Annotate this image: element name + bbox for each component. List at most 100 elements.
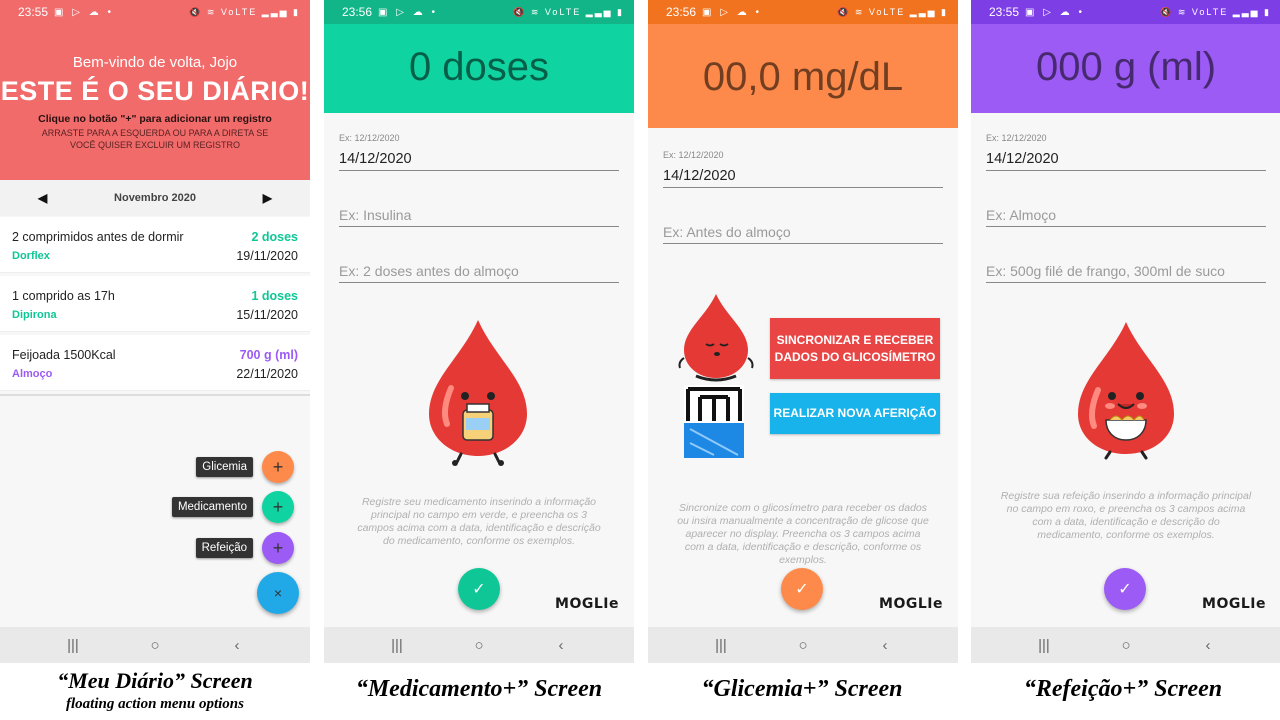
caption-diary-sub: floating action menu options bbox=[66, 696, 244, 712]
name-field[interactable]: Ex: Insulina bbox=[339, 207, 619, 227]
weight-value-input[interactable]: 000 g (ml) bbox=[971, 45, 1280, 90]
description-field[interactable]: Ex: 2 doses antes do almoço bbox=[339, 263, 619, 283]
entry-date: 19/11/2020 bbox=[236, 249, 298, 263]
entry-name: Almoço bbox=[12, 368, 53, 380]
diary-header: 23:55 ▣ ▷ ☁ • 🔇 ≋ VoLTE ▂▃▅ ▮ Bem-vindo … bbox=[0, 0, 310, 180]
name-field[interactable]: Ex: Almoço bbox=[986, 207, 1266, 227]
entry-description: Feijoada 1500Kcal bbox=[12, 348, 116, 362]
recents-icon[interactable]: ||| bbox=[387, 637, 407, 654]
back-icon[interactable]: ‹ bbox=[551, 637, 571, 654]
swipe-hint: ARRASTE PARA A ESQUERDA OU PARA A DIRETA… bbox=[41, 128, 269, 150]
drop-mascot-meal-icon bbox=[1078, 322, 1174, 460]
system-icons: 🔇 ≋ VoLTE ▂▃▅ ▮ bbox=[513, 6, 624, 17]
month-label: Novembro 2020 bbox=[114, 192, 196, 204]
fab-label-glicemia[interactable]: Glicemia bbox=[196, 457, 253, 477]
add-hint: Clique no botão "+" para adicionar um re… bbox=[38, 113, 272, 125]
drop-mascot-pill-icon bbox=[429, 320, 527, 466]
name-placeholder: Ex: Almoço bbox=[986, 207, 1057, 223]
date-hint: Ex: 12/12/2020 bbox=[339, 133, 400, 143]
entry-date: 15/11/2020 bbox=[236, 308, 298, 322]
drop-mascot-meditating-icon bbox=[678, 294, 754, 382]
notification-icons: ▣ ▷ ☁ • bbox=[54, 6, 115, 18]
diary-entry[interactable]: Feijoada 1500Kcal Almoço 700 g (ml) 22/1… bbox=[0, 335, 310, 391]
recents-icon[interactable]: ||| bbox=[1034, 637, 1054, 654]
caption-medication: “Medicamento+” Screen bbox=[355, 676, 603, 702]
home-icon[interactable]: ○ bbox=[1116, 637, 1136, 654]
system-icons: 🔇 ≋ VoLTE ▂▃▅ ▮ bbox=[1160, 6, 1271, 17]
next-month-icon[interactable]: ▶ bbox=[263, 191, 272, 205]
confirm-button[interactable]: ✓ bbox=[1104, 568, 1146, 610]
fab-label-medicamento[interactable]: Medicamento bbox=[171, 497, 253, 517]
entry-amount: 700 g (ml) bbox=[239, 348, 298, 362]
status-time: 23:55 bbox=[18, 5, 49, 19]
date-field[interactable]: Ex: 12/12/2020 14/12/2020 bbox=[663, 150, 943, 188]
new-measurement-button[interactable]: REALIZAR NOVA AFERIÇÃO bbox=[770, 393, 940, 434]
back-icon[interactable]: ‹ bbox=[875, 637, 895, 654]
home-icon[interactable]: ○ bbox=[793, 637, 813, 654]
fab-label-refeicao[interactable]: Refeição bbox=[195, 538, 253, 558]
name-placeholder: Ex: Antes do almoço bbox=[663, 224, 791, 240]
glucose-screen: 23:56 ▣ ▷ ☁ • 🔇 ≋ VoLTE ▂▃▅ ▮ 00,0 mg/dL… bbox=[648, 0, 958, 663]
check-icon: ✓ bbox=[1118, 581, 1132, 598]
meal-header: 23:55 ▣ ▷ ☁ • 🔇 ≋ VoLTE ▂▃▅ ▮ 000 g (ml) bbox=[971, 0, 1280, 113]
entry-description: 2 comprimidos antes de dormir bbox=[12, 230, 184, 244]
back-icon[interactable]: ‹ bbox=[227, 637, 247, 654]
recents-icon[interactable]: ||| bbox=[711, 637, 731, 654]
date-field[interactable]: Ex: 12/12/2020 14/12/2020 bbox=[986, 133, 1266, 171]
date-hint: Ex: 12/12/2020 bbox=[986, 133, 1047, 143]
instructions-text: Registre sua refeição inserindo a inform… bbox=[1000, 490, 1252, 541]
plus-icon[interactable]: + bbox=[262, 532, 294, 564]
glucose-value-input[interactable]: 00,0 mg/dL bbox=[648, 55, 958, 100]
description-placeholder: Ex: 500g filé de frango, 300ml de suco bbox=[986, 263, 1225, 279]
entry-name: Dipirona bbox=[12, 309, 57, 321]
diary-screen: 23:55 ▣ ▷ ☁ • 🔇 ≋ VoLTE ▂▃▅ ▮ Bem-vindo … bbox=[0, 0, 310, 663]
recents-icon[interactable]: ||| bbox=[63, 637, 83, 654]
fab-option-medicamento[interactable]: Medicamento + bbox=[171, 491, 294, 523]
check-icon: ✓ bbox=[795, 581, 809, 598]
status-time: 23:56 bbox=[666, 5, 697, 19]
diary-entry[interactable]: 1 comprido as 17h Dipirona 1 doses 15/11… bbox=[0, 276, 310, 332]
date-hint: Ex: 12/12/2020 bbox=[663, 150, 724, 160]
description-placeholder: Ex: 2 doses antes do almoço bbox=[339, 263, 519, 279]
plus-icon[interactable]: + bbox=[262, 491, 294, 523]
check-icon: ✓ bbox=[472, 581, 486, 598]
diary-entry[interactable]: 2 comprimidos antes de dormir Dorflex 2 … bbox=[0, 217, 310, 273]
caption-glucose: “Glicemia+” Screen bbox=[701, 676, 903, 702]
name-field[interactable]: Ex: Antes do almoço bbox=[663, 224, 943, 244]
back-icon[interactable]: ‹ bbox=[1198, 637, 1218, 654]
medication-header: 23:56 ▣ ▷ ☁ • 🔇 ≋ VoLTE ▂▃▅ ▮ 0 doses bbox=[324, 0, 634, 113]
home-icon[interactable]: ○ bbox=[469, 637, 489, 654]
instructions-text: Registre seu medicamento inserindo a inf… bbox=[357, 496, 601, 547]
status-time: 23:56 bbox=[342, 5, 373, 19]
description-field[interactable]: Ex: 500g filé de frango, 300ml de suco bbox=[986, 263, 1266, 283]
date-field[interactable]: Ex: 12/12/2020 14/12/2020 bbox=[339, 133, 619, 171]
dose-value-input[interactable]: 0 doses bbox=[324, 45, 634, 90]
status-bar: 23:56 ▣ ▷ ☁ • 🔇 ≋ VoLTE ▂▃▅ ▮ bbox=[648, 0, 958, 24]
date-value: 14/12/2020 bbox=[663, 168, 736, 184]
prev-month-icon[interactable]: ◀ bbox=[38, 191, 47, 205]
meal-screen: 23:55 ▣ ▷ ☁ • 🔇 ≋ VoLTE ▂▃▅ ▮ 000 g (ml)… bbox=[971, 0, 1280, 663]
entry-name: Dorflex bbox=[12, 250, 50, 262]
page-title: ESTE É O SEU DIÁRIO! bbox=[0, 76, 310, 106]
medication-screen: 23:56 ▣ ▷ ☁ • 🔇 ≋ VoLTE ▂▃▅ ▮ 0 doses Ex… bbox=[324, 0, 634, 663]
fab-option-glicemia[interactable]: Glicemia + bbox=[196, 451, 294, 483]
brand-logo: MOGLIe bbox=[555, 596, 619, 612]
date-value: 14/12/2020 bbox=[986, 151, 1059, 167]
entry-amount: 1 doses bbox=[251, 289, 298, 303]
nav-bar: ||| ○ ‹ bbox=[0, 627, 310, 663]
date-value: 14/12/2020 bbox=[339, 151, 412, 167]
brand-logo: MOGLIe bbox=[879, 596, 943, 612]
caption-diary: “Meu Diário” Screen bbox=[57, 668, 253, 693]
notification-icons: ▣ ▷ ☁ • bbox=[378, 6, 439, 18]
home-icon[interactable]: ○ bbox=[145, 637, 165, 654]
confirm-button[interactable]: ✓ bbox=[458, 568, 500, 610]
notification-icons: ▣ ▷ ☁ • bbox=[1025, 6, 1086, 18]
caption-meal: “Refeição+” Screen bbox=[1023, 676, 1223, 702]
sync-glucometer-button[interactable]: SINCRONIZAR E RECEBER DADOS DO GLICOSÍME… bbox=[770, 318, 940, 379]
plus-icon[interactable]: + bbox=[262, 451, 294, 483]
entry-date: 22/11/2020 bbox=[236, 367, 298, 381]
list-divider bbox=[0, 394, 310, 396]
close-menu-button[interactable]: × bbox=[257, 572, 299, 614]
fab-option-refeicao[interactable]: Refeição + bbox=[195, 532, 294, 564]
confirm-button[interactable]: ✓ bbox=[781, 568, 823, 610]
